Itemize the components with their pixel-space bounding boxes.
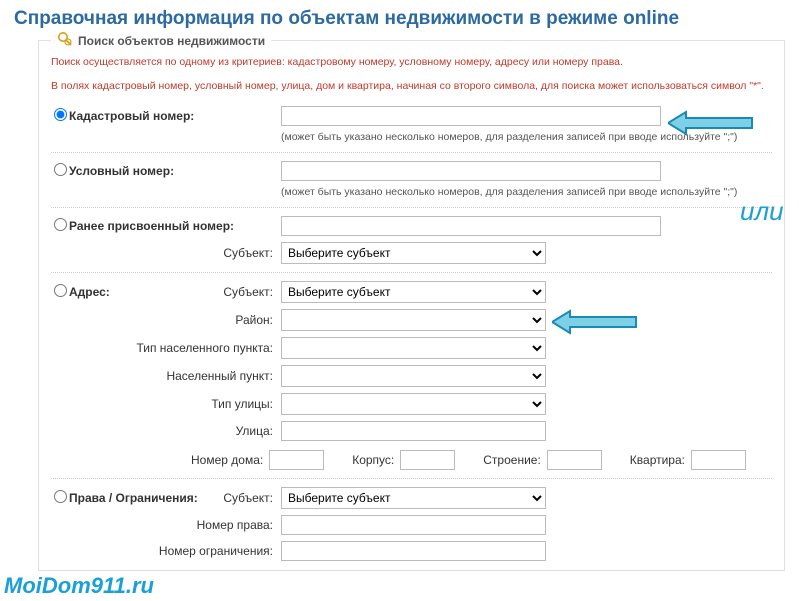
divider: [51, 152, 772, 153]
input-street[interactable]: [281, 421, 546, 441]
search-panel: Поиск объектов недвижимости Поиск осущес…: [38, 40, 785, 571]
warning-line-1: Поиск осуществляется по одному из критер…: [51, 55, 772, 71]
label-house: Номер дома:: [191, 453, 269, 467]
input-restriction-number[interactable]: [281, 541, 546, 561]
input-house[interactable]: [269, 450, 324, 470]
label-cadastral: Кадастровый номер:: [69, 109, 202, 123]
select-settlement[interactable]: [281, 365, 546, 387]
radio-cadastral[interactable]: [54, 108, 67, 121]
divider: [51, 478, 772, 479]
input-right-number[interactable]: [281, 515, 546, 535]
label-korpus: Корпус:: [352, 453, 400, 467]
label-address: Адрес:: [69, 285, 129, 299]
select-district[interactable]: [281, 309, 546, 331]
label-conditional: Условный номер:: [69, 164, 182, 178]
hint-cadastral: (может быть указано несколько номеров, д…: [51, 129, 772, 147]
label-street: Улица:: [51, 424, 281, 438]
label-rights-subject: Субъект:: [209, 491, 281, 505]
radio-rights[interactable]: [54, 490, 67, 503]
radio-previous[interactable]: [54, 218, 67, 231]
search-icon: [57, 31, 73, 50]
select-previous-subject[interactable]: Выберите субъект: [281, 242, 546, 264]
label-restriction-number: Номер ограничения:: [51, 544, 281, 558]
label-flat: Квартира:: [630, 453, 691, 467]
panel-legend: Поиск объектов недвижимости: [51, 31, 271, 50]
label-settlement-type: Тип населенного пункта:: [51, 341, 281, 355]
select-settlement-type[interactable]: [281, 337, 546, 359]
label-street-type: Тип улицы:: [51, 397, 281, 411]
panel-legend-text: Поиск объектов недвижимости: [78, 34, 265, 48]
hint-conditional: (может быть указано несколько номеров, д…: [51, 184, 772, 202]
select-street-type[interactable]: [281, 393, 546, 415]
divider: [51, 207, 772, 208]
watermark: MoiDom911.ru: [4, 573, 154, 599]
input-conditional[interactable]: [281, 161, 661, 181]
label-building: Строение:: [483, 453, 547, 467]
label-rights: Права / Ограничения:: [69, 491, 209, 505]
input-previous[interactable]: [281, 216, 661, 236]
divider: [51, 272, 772, 273]
label-district: Район:: [51, 313, 281, 327]
label-settlement: Населенный пункт:: [51, 369, 281, 383]
label-previous-subject: Субъект:: [51, 246, 281, 260]
input-korpus[interactable]: [400, 450, 455, 470]
input-flat[interactable]: [691, 450, 746, 470]
label-right-number: Номер права:: [51, 518, 281, 532]
select-rights-subject[interactable]: Выберите субъект: [281, 487, 546, 509]
label-previous: Ранее присвоенный номер:: [69, 219, 242, 233]
input-building[interactable]: [547, 450, 602, 470]
select-address-subject[interactable]: Выберите субъект: [281, 281, 546, 303]
label-address-subject: Субъект:: [129, 285, 281, 299]
warning-line-2: В полях кадастровый номер, условный номе…: [51, 79, 772, 95]
input-cadastral[interactable]: [281, 106, 661, 126]
radio-address[interactable]: [54, 284, 67, 297]
radio-conditional[interactable]: [54, 163, 67, 176]
